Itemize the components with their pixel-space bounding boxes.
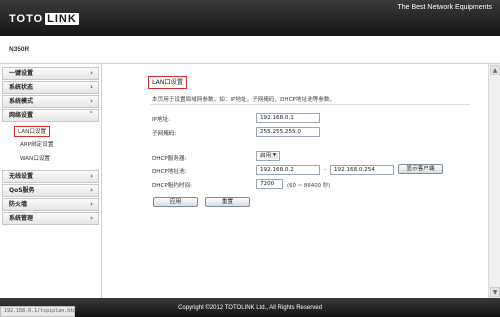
dhcp-server-value: 启用: [260, 153, 272, 159]
vertical-scrollbar[interactable]: ▲ ▼: [488, 64, 500, 298]
sidebar-item-label: 一键设置: [9, 70, 34, 77]
sidebar-subitem-wan-settings[interactable]: WAN口设置: [17, 154, 53, 165]
scroll-up-icon[interactable]: ▲: [490, 65, 500, 75]
page-description: 本页用于设置局域网参数，如：IP地址，子网掩码，DHCP地址池等参数。: [152, 97, 336, 103]
page-title: LAN口设置: [148, 76, 188, 89]
chevron-right-icon: ›: [90, 186, 93, 194]
dhcp-server-label: DHCP服务器:: [152, 156, 187, 162]
sidebar-subitem-lan-settings[interactable]: LAN口设置: [14, 126, 51, 137]
subnet-mask-input[interactable]: 255.255.255.0: [256, 127, 320, 137]
dhcp-pool-start-input[interactable]: 192.168.0.2: [256, 165, 320, 175]
sidebar-item-wireless[interactable]: 无线设置 ›: [2, 170, 99, 183]
sidebar-item-label: 系统模式: [9, 98, 34, 105]
apply-button[interactable]: 应用: [153, 197, 198, 207]
ip-address-input[interactable]: 192.168.0.1: [256, 113, 320, 123]
chevron-right-icon: ›: [90, 214, 93, 222]
ip-address-label: IP地址:: [152, 117, 171, 123]
model-name: N350R: [9, 46, 30, 53]
logo-text-toto: TOTO: [9, 12, 44, 25]
chevron-right-icon: ›: [90, 172, 93, 180]
sidebar-item-label: 网络设置: [9, 112, 34, 119]
reset-button[interactable]: 重置: [205, 197, 250, 207]
sidebar-item-label: 系统管理: [9, 215, 34, 222]
dhcp-lease-label: DHCP租约时间:: [152, 183, 193, 189]
sidebar-item-system-management[interactable]: 系统管理 ›: [2, 212, 99, 225]
chevron-right-icon: ›: [90, 83, 93, 91]
sidebar-item-label: QoS服务: [9, 187, 35, 194]
chevron-right-icon: ›: [90, 69, 93, 77]
model-bar: [0, 36, 500, 64]
chevron-right-icon: ›: [90, 97, 93, 105]
sidebar-item-firewall[interactable]: 防火墙 ›: [2, 198, 99, 211]
chevron-down-icon: ˅: [89, 111, 94, 119]
sidebar-item-label: 无线设置: [9, 173, 34, 180]
chevron-right-icon: ›: [90, 200, 93, 208]
sidebar-item-label: 系统状态: [9, 84, 34, 91]
dhcp-pool-end-input[interactable]: 192.168.0.254: [330, 165, 394, 175]
dhcp-server-select[interactable]: 启用 ▼: [256, 151, 280, 161]
dhcp-pool-separator: -: [324, 167, 327, 173]
sidebar-item-quick-setup[interactable]: 一键设置 ›: [2, 67, 99, 80]
sidebar-item-system-status[interactable]: 系统状态 ›: [2, 81, 99, 94]
logo-text-link: LINK: [45, 12, 79, 25]
divider: [150, 104, 470, 105]
dhcp-lease-hint: (60 ~ 86400 秒): [287, 183, 331, 189]
totolink-logo: TOTO LINK: [9, 12, 79, 25]
dhcp-pool-label: DHCP地址池:: [152, 169, 187, 175]
slogan: The Best Network Equipments: [397, 4, 492, 11]
scroll-down-icon[interactable]: ▼: [490, 287, 500, 297]
browser-status-url: 192.168.0.1/tcpiplan.htm: [0, 306, 75, 317]
show-clients-button[interactable]: 显示客户端: [398, 164, 443, 174]
subnet-mask-label: 子网掩码:: [152, 131, 177, 137]
chevron-down-icon: ▼: [271, 153, 278, 159]
copyright-text: Copyright ©2012 TOTOLINK Ltd., All Right…: [178, 305, 322, 311]
dhcp-lease-input[interactable]: 7200: [256, 179, 283, 189]
sidebar-item-network-settings[interactable]: 网络设置 ˅: [2, 109, 99, 122]
sidebar-item-system-mode[interactable]: 系统模式 ›: [2, 95, 99, 108]
sidebar-item-label: 防火墙: [9, 201, 28, 208]
sidebar-item-qos[interactable]: QoS服务 ›: [2, 184, 99, 197]
sidebar-subitem-arp-binding[interactable]: ARP绑定设置: [17, 140, 56, 151]
